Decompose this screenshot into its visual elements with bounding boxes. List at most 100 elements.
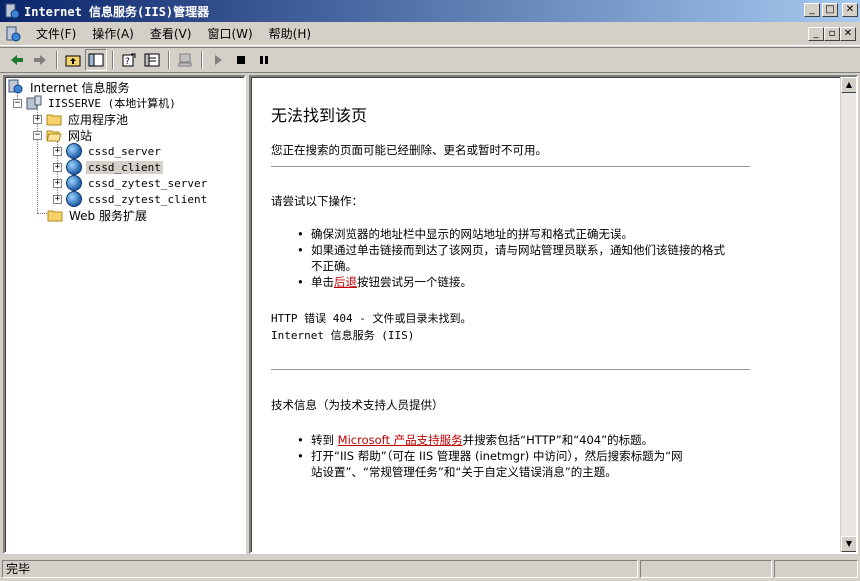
iis-root-icon — [8, 79, 24, 95]
list-item-text: 打开“IIS 帮助”（可在 IIS 管理器 (inetmgr) 中访问），然后搜… — [311, 449, 683, 463]
tech-heading: 技术信息（为技术支持人员提供） — [271, 398, 444, 412]
close-button[interactable]: ✕ — [842, 3, 858, 17]
list-item: 打开“IIS 帮助”（可在 IIS 管理器 (inetmgr) 中访问），然后搜… — [297, 448, 757, 480]
status-text: 完毕 — [2, 560, 638, 578]
server-icon — [26, 95, 42, 111]
error-code-text: HTTP 错误 404 - 文件或目录未找到。 — [271, 312, 472, 325]
window-title: Internet 信息服务(IIS)管理器 — [24, 4, 210, 19]
tree-item-server[interactable]: − IISSERVE (本地计算机) — [13, 95, 178, 111]
export-list-icon[interactable] — [141, 49, 163, 71]
toolbar-separator — [112, 51, 114, 69]
menu-window[interactable]: 窗口(W) — [199, 22, 260, 46]
menu-bar: 文件(F) 操作(A) 查看(V) 窗口(W) 帮助(H) _ ▫ ✕ — [0, 22, 860, 46]
divider — [271, 369, 750, 370]
child-minimize-button[interactable]: _ — [808, 27, 824, 41]
tree-label: Internet 信息服务 — [30, 80, 130, 95]
mmc-icon[interactable] — [4, 25, 22, 43]
menu-action[interactable]: 操作(A) — [84, 22, 142, 46]
list-item-text: 如果通过单击链接而到达了该网页，请与网站管理员联系，通知他们该链接的格式 — [311, 243, 725, 257]
properties-icon[interactable]: ? — [118, 49, 140, 71]
list-item: 转到 Microsoft 产品支持服务并搜索包括“HTTP”和“404”的标题。 — [297, 432, 757, 448]
website-globe-icon — [66, 159, 82, 175]
expand-icon[interactable]: + — [53, 178, 62, 188]
list-item-text: 转到 — [311, 433, 338, 447]
minimize-button[interactable]: _ — [804, 3, 820, 17]
support-link[interactable]: Microsoft 产品支持服务 — [338, 433, 463, 447]
expand-icon[interactable]: + — [53, 162, 62, 172]
tree-item-site[interactable]: + cssd_client — [53, 159, 163, 175]
list-item-text: 并搜索包括“HTTP”和“404”的标题。 — [462, 433, 654, 447]
scroll-down-button[interactable]: ▼ — [841, 536, 856, 552]
tree-item-app-pools[interactable]: + 应用程序池 — [33, 111, 130, 127]
scroll-up-button[interactable]: ▲ — [841, 77, 856, 93]
tree-label: cssd_server — [88, 144, 161, 158]
computer-icon[interactable] — [174, 49, 196, 71]
website-globe-icon — [66, 191, 82, 207]
tree-item-site[interactable]: + cssd_server — [53, 143, 163, 159]
status-panel — [774, 560, 858, 578]
tree-item-websites[interactable]: − 网站 — [33, 127, 94, 143]
tree-label: IISSERVE (本地计算机) — [48, 97, 176, 110]
vertical-scrollbar[interactable]: ▲ ▼ — [840, 77, 856, 552]
tree-item-site[interactable]: + cssd_zytest_server — [53, 175, 209, 191]
list-item-text: 单击 — [311, 275, 334, 289]
up-folder-icon[interactable] — [62, 49, 84, 71]
expand-icon[interactable]: + — [53, 194, 62, 204]
tree-line — [37, 213, 47, 214]
list-item-text: 确保浏览器的地址栏中显示的网站地址的拼写和格式正确无误。 — [311, 227, 633, 241]
content-pane[interactable]: 无法找到该页 您正在搜索的页面可能已经删除、更名或暂时不可用。 请尝试以下操作：… — [249, 75, 858, 554]
back-icon[interactable] — [6, 49, 28, 71]
list-item: 确保浏览器的地址栏中显示的网站地址的拼写和格式正确无误。 — [297, 226, 757, 242]
menu-file[interactable]: 文件(F) — [28, 22, 84, 46]
tree-label: cssd_client — [86, 160, 163, 174]
intro-text: 您正在搜索的页面可能已经删除、更名或暂时不可用。 — [271, 143, 547, 157]
toolbar: ? — [0, 47, 860, 73]
stop-icon[interactable] — [230, 49, 252, 71]
list-item: 单击后退按钮尝试另一个链接。 — [297, 274, 757, 290]
maximize-button[interactable]: □ — [822, 3, 838, 17]
menu-help[interactable]: 帮助(H) — [261, 22, 319, 46]
list-item-text: 按钮尝试另一个链接。 — [357, 275, 472, 289]
page-title: 无法找到该页 — [271, 106, 368, 125]
menu-view[interactable]: 查看(V) — [142, 22, 200, 46]
tree-pane[interactable]: Internet 信息服务 − IISSERVE (本地计算机) + 应用程序池… — [3, 75, 246, 554]
divider — [271, 166, 750, 167]
list-item-text: 不正确。 — [311, 259, 357, 273]
forward-icon[interactable] — [29, 49, 51, 71]
toolbar-separator — [56, 51, 58, 69]
tree-label: cssd_zytest_server — [88, 176, 208, 190]
pause-icon[interactable] — [253, 49, 275, 71]
tree-label: cssd_zytest_client — [88, 192, 208, 206]
try-heading: 请尝试以下操作： — [271, 194, 363, 208]
back-link[interactable]: 后退 — [334, 275, 357, 289]
collapse-icon[interactable]: − — [33, 130, 42, 140]
child-restore-button[interactable]: ▫ — [824, 27, 840, 41]
list-item-text: 站设置”、“常规管理任务”和“关于自定义错误消息”的主题。 — [311, 465, 617, 479]
list-item: 如果通过单击链接而到达了该网页，请与网站管理员联系，通知他们该链接的格式 不正确… — [297, 242, 757, 274]
tree-label: Web 服务扩展 — [69, 208, 147, 223]
tree-item-site[interactable]: + cssd_zytest_client — [53, 191, 209, 207]
expand-icon[interactable]: + — [53, 146, 62, 156]
play-icon[interactable] — [207, 49, 229, 71]
child-close-button[interactable]: ✕ — [840, 27, 856, 41]
svg-text:?: ? — [125, 57, 130, 67]
collapse-icon[interactable]: − — [13, 98, 22, 108]
tree-item-web-extensions[interactable]: Web 服务扩展 — [47, 207, 149, 223]
folder-icon — [47, 207, 63, 223]
title-bar: Internet 信息服务(IIS)管理器 _ □ ✕ — [0, 0, 860, 22]
tree-item-iis-root[interactable]: Internet 信息服务 — [8, 79, 131, 95]
show-hide-tree-icon[interactable] — [85, 49, 107, 71]
tree-label: 网站 — [68, 128, 93, 143]
iis-app-icon — [4, 3, 20, 19]
tree-label: 应用程序池 — [68, 112, 129, 127]
status-panel — [640, 560, 772, 578]
toolbar-separator — [201, 51, 203, 69]
status-bar: 完毕 — [0, 557, 860, 581]
website-globe-icon — [66, 143, 82, 159]
error-source-text: Internet 信息服务 (IIS) — [271, 329, 415, 342]
tech-list: 转到 Microsoft 产品支持服务并搜索包括“HTTP”和“404”的标题。… — [297, 432, 757, 480]
website-globe-icon — [66, 175, 82, 191]
folder-icon — [46, 111, 62, 127]
expand-icon[interactable]: + — [33, 114, 42, 124]
toolbar-separator — [168, 51, 170, 69]
